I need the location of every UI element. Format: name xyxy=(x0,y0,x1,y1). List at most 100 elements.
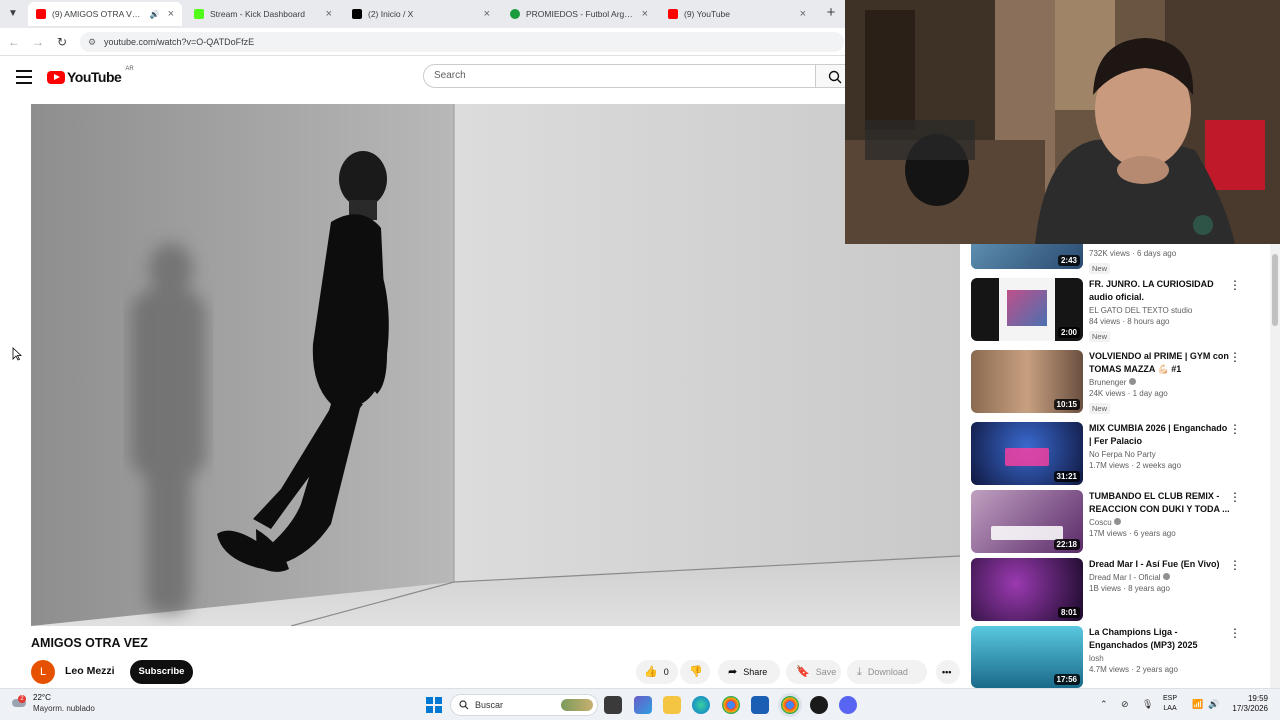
youtube-logo[interactable]: YouTube AR xyxy=(47,66,134,85)
obs-icon[interactable] xyxy=(810,696,828,714)
discord-icon[interactable] xyxy=(839,696,857,714)
channel-avatar[interactable]: L xyxy=(31,660,55,684)
recommendation-item[interactable]: 8:01 Dread Mar I - Así Fue (En Vivo) Dre… xyxy=(971,558,1266,621)
duration-badge: 22:18 xyxy=(1053,539,1080,550)
input-language[interactable]: ESP LAA xyxy=(1163,694,1177,714)
video-meta: 17M views · 6 years ago xyxy=(1089,529,1176,538)
like-button[interactable]: 👍 0 xyxy=(636,660,678,684)
video-title[interactable]: Dread Mar I - Así Fue (En Vivo) xyxy=(1089,558,1231,571)
new-tab-button[interactable]: + xyxy=(822,4,840,22)
save-label: Save xyxy=(815,667,837,677)
more-vertical-icon[interactable]: ⋮ xyxy=(1229,490,1241,504)
video-player[interactable] xyxy=(31,104,960,626)
channel-name[interactable]: Coscu xyxy=(1089,518,1231,527)
close-tab-icon[interactable]: × xyxy=(168,8,174,20)
more-vertical-icon[interactable]: ⋮ xyxy=(1229,350,1241,364)
tab-search-chevron-icon[interactable]: ▼ xyxy=(4,5,22,23)
chrome-active-icon[interactable] xyxy=(781,696,799,714)
close-tab-icon[interactable]: × xyxy=(326,8,332,20)
tab-title: (2) Inicio / X xyxy=(368,9,414,19)
close-tab-icon[interactable]: × xyxy=(642,8,648,20)
dislike-button[interactable]: 👎 xyxy=(680,660,710,684)
recommendation-item[interactable]: 2:00 FR. JUNRO. LA CURIOSIDAD audio ofic… xyxy=(971,278,1266,342)
channel-name[interactable]: EL GATO DEL TEXTO studio xyxy=(1089,306,1231,315)
recommendation-item[interactable]: 10:15 VOLVIENDO al PRIME | GYM con TOMAS… xyxy=(971,350,1266,416)
page-scrollbar[interactable] xyxy=(1270,244,1280,688)
tab-promiedos[interactable]: PROMIEDOS - Futbol Argentino × xyxy=(502,2,656,26)
video-title[interactable]: FR. JUNRO. LA CURIOSIDAD audio oficial. xyxy=(1089,278,1231,304)
system-clock[interactable]: 19:59 17/3/2026 xyxy=(1224,694,1268,714)
file-explorer-icon[interactable] xyxy=(663,696,681,714)
recommendation-item[interactable]: 31:21 MIX CUMBIA 2026 | Enganchado | Fer… xyxy=(971,422,1266,485)
channel-name[interactable]: Brunenger xyxy=(1089,378,1231,387)
subscribe-button[interactable]: Subscribe xyxy=(130,660,193,684)
menu-icon[interactable] xyxy=(16,70,32,84)
more-vertical-icon[interactable]: ⋮ xyxy=(1229,626,1241,640)
recommendation-item[interactable]: 17:56 La Champions Liga - Enganchados (M… xyxy=(971,626,1266,688)
copilot-icon[interactable] xyxy=(634,696,652,714)
close-tab-icon[interactable]: × xyxy=(484,8,490,20)
chrome-icon[interactable] xyxy=(722,696,740,714)
channel-name[interactable]: No Ferpa No Party xyxy=(1089,450,1231,459)
video-title[interactable]: TUMBANDO EL CLUB REMIX - REACCION CON DU… xyxy=(1089,490,1231,516)
more-vertical-icon[interactable]: ⋮ xyxy=(1229,558,1241,572)
weather-cloud-icon[interactable]: 2 xyxy=(12,695,28,709)
channel-name[interactable]: Dread Mar I - Oficial xyxy=(1089,573,1231,582)
country-code: AR xyxy=(125,66,134,72)
volume-icon[interactable]: 🔊 xyxy=(1208,699,1219,710)
new-badge: New xyxy=(1089,403,1111,414)
share-button[interactable]: ➦ Share xyxy=(718,660,780,684)
video-thumbnail[interactable]: 22:18 xyxy=(971,490,1083,553)
save-button[interactable]: 🔖 Save xyxy=(786,660,841,684)
weather-description[interactable]: Mayorm. nublado xyxy=(33,704,95,713)
speaker-icon[interactable]: 🔊 xyxy=(150,10,160,19)
windows-taskbar: 2 22°C Mayorm. nublado Buscar ⌃ ⊘ 🎙 ESP xyxy=(0,688,1280,720)
more-actions-button[interactable]: ••• xyxy=(936,660,960,684)
channel-name[interactable]: losh xyxy=(1089,654,1231,663)
thumbs-up-icon: 👍 xyxy=(644,666,658,678)
channel-name[interactable]: Leo Mezzi xyxy=(65,665,115,677)
taskbar-search[interactable]: Buscar xyxy=(450,694,598,716)
recommendation-item[interactable]: 22:18 TUMBANDO EL CLUB REMIX - REACCION … xyxy=(971,490,1266,553)
video-title[interactable]: MIX CUMBIA 2026 | Enganchado | Fer Palac… xyxy=(1089,422,1231,448)
video-meta: 1B views · 8 years ago xyxy=(1089,584,1170,593)
edge-icon[interactable] xyxy=(692,696,710,714)
video-title[interactable]: La Champions Liga - Enganchados (MP3) 20… xyxy=(1089,626,1231,652)
network-off-icon[interactable]: ⊘ xyxy=(1121,699,1129,710)
video-thumbnail[interactable]: 10:15 xyxy=(971,350,1083,413)
wifi-icon[interactable]: 📶 xyxy=(1192,699,1203,710)
reload-icon[interactable]: ↻ xyxy=(54,34,70,50)
video-title[interactable]: VOLVIENDO al PRIME | GYM con TOMAS MAZZA… xyxy=(1089,350,1231,376)
search-highlight-icon xyxy=(561,699,593,711)
microphone-icon[interactable]: 🎙 xyxy=(1142,699,1153,710)
search-icon xyxy=(828,70,842,84)
video-thumbnail[interactable]: 31:21 xyxy=(971,422,1083,485)
forward-icon[interactable]: → xyxy=(30,34,46,50)
tab-youtube-video[interactable]: (9) AMIGOS OTRA VEZ - YouTube 🔊 × xyxy=(28,2,182,26)
close-tab-icon[interactable]: × xyxy=(800,8,806,20)
tab-kick-dashboard[interactable]: Stream - Kick Dashboard × xyxy=(186,2,340,26)
video-thumbnail[interactable]: 2:00 xyxy=(971,278,1083,341)
search-input[interactable]: Search xyxy=(423,64,816,88)
site-info-icon[interactable]: ⚙ xyxy=(88,32,96,52)
video-thumbnail[interactable]: 8:01 xyxy=(971,558,1083,621)
search-icon xyxy=(459,700,469,710)
task-view-icon[interactable] xyxy=(604,696,622,714)
back-icon[interactable]: ← xyxy=(6,34,22,50)
weather-temperature[interactable]: 22°C xyxy=(33,693,51,702)
keyboard-layout: LAA xyxy=(1163,705,1177,712)
chevron-up-icon[interactable]: ⌃ xyxy=(1100,699,1108,710)
windows-start-icon[interactable] xyxy=(426,697,442,713)
more-vertical-icon[interactable]: ⋮ xyxy=(1229,278,1241,292)
recommendation-info: VOLVIENDO al PRIME | GYM con TOMAS MAZZA… xyxy=(1089,350,1231,416)
tab-youtube-home[interactable]: (9) YouTube × xyxy=(660,2,814,26)
download-button[interactable]: ⤓ Download xyxy=(847,660,927,684)
scrollbar-thumb[interactable] xyxy=(1272,254,1278,326)
more-vertical-icon[interactable]: ⋮ xyxy=(1229,422,1241,436)
video-thumbnail[interactable]: 17:56 xyxy=(971,626,1083,688)
store-icon[interactable] xyxy=(751,696,769,714)
video-meta: 1.7M views · 2 weeks ago xyxy=(1089,461,1182,470)
address-bar[interactable]: ⚙ youtube.com/watch?v=O-QATDoFfzE xyxy=(80,32,844,52)
duration-badge: 2:43 xyxy=(1057,255,1080,266)
tab-x-home[interactable]: (2) Inicio / X × xyxy=(344,2,498,26)
